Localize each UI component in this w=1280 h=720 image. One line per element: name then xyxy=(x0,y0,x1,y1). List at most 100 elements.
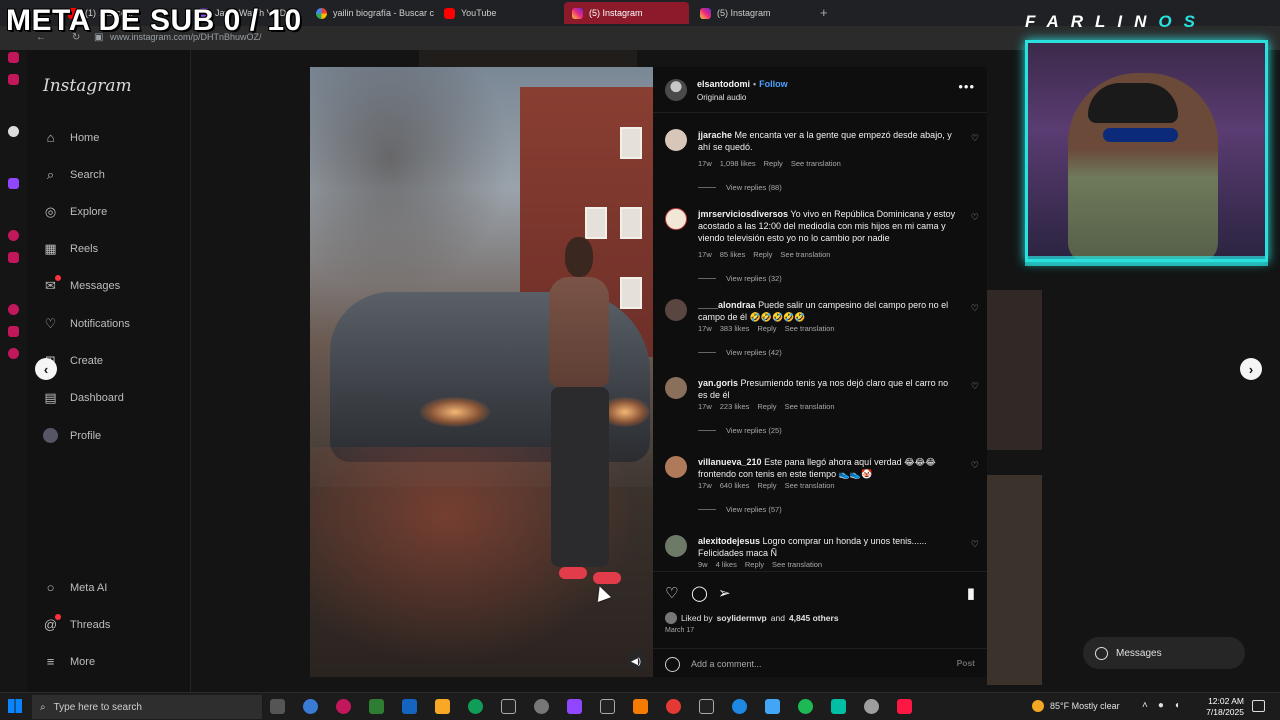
nav-reels[interactable]: ▦ Reels xyxy=(43,241,98,256)
reply-button[interactable]: Reply xyxy=(753,250,772,259)
side-app-icon[interactable] xyxy=(8,252,19,263)
nav-dashboard[interactable]: ▤ Dashboard xyxy=(43,390,123,405)
comment-likes[interactable]: 85 likes xyxy=(720,250,745,259)
task-view-icon[interactable] xyxy=(270,699,285,714)
nav-notifications[interactable]: ♡ Notifications xyxy=(43,316,130,331)
share-icon[interactable]: ➢ xyxy=(718,584,731,602)
comment-username[interactable]: yan.goris xyxy=(698,378,738,388)
comment-username[interactable]: jjarache xyxy=(698,130,732,140)
browser-tab[interactable]: (5) Instagram xyxy=(692,2,816,24)
commenter-avatar[interactable] xyxy=(665,535,687,557)
volume-icon[interactable]: ◖ xyxy=(1174,700,1180,711)
see-translation-link[interactable]: See translation xyxy=(780,250,830,259)
vlc-icon[interactable] xyxy=(633,699,648,714)
view-replies-button[interactable]: View replies (42) xyxy=(698,348,782,357)
browser-tab[interactable]: yailin biografía - Buscar con Google xyxy=(308,2,434,24)
comment-username[interactable]: ____alondraa xyxy=(698,300,756,310)
browser-tab[interactable]: YouTube xyxy=(436,2,560,24)
settings-icon[interactable] xyxy=(8,348,19,359)
app-icon[interactable] xyxy=(534,699,549,714)
nav-home[interactable]: ⌂ Home xyxy=(43,130,100,145)
windows-start-icon[interactable] xyxy=(8,699,22,713)
author-username[interactable]: elsantodomi xyxy=(697,79,750,89)
liked-by-user[interactable]: soylidermvp xyxy=(717,613,767,623)
side-app-icon[interactable] xyxy=(8,230,19,241)
view-replies-button[interactable]: View replies (88) xyxy=(698,183,782,192)
liked-by-others[interactable]: 4,845 others xyxy=(789,613,839,623)
comments-list[interactable]: jjarache Me encanta ver a la gente que e… xyxy=(653,123,987,571)
taskbar-clock[interactable]: 12:02 AM 7/18/2025 xyxy=(1198,696,1244,718)
see-translation-link[interactable]: See translation xyxy=(785,324,835,333)
bookmark-icon[interactable]: ▮ xyxy=(967,584,975,602)
commenter-avatar[interactable] xyxy=(665,377,687,399)
commenter-avatar[interactable] xyxy=(665,456,687,478)
microphone-icon[interactable]: ● xyxy=(1158,700,1164,711)
post-comment-button[interactable]: Post xyxy=(957,658,975,668)
nav-explore[interactable]: ◎ Explore xyxy=(43,204,107,219)
comment-username[interactable]: villanueva_210 xyxy=(698,457,762,467)
copilot-icon[interactable] xyxy=(303,699,318,714)
nav-threads[interactable]: @ Threads xyxy=(43,614,110,632)
commenter-avatar[interactable] xyxy=(665,208,687,230)
browser-tab-active[interactable]: (5) Instagram xyxy=(564,2,689,24)
twitch-icon[interactable] xyxy=(8,178,19,189)
tiktok-icon[interactable] xyxy=(897,699,912,714)
see-translation-link[interactable]: See translation xyxy=(785,402,835,411)
comment-like-icon[interactable]: ♡ xyxy=(971,212,979,223)
comment-likes[interactable]: 223 likes xyxy=(720,402,750,411)
reply-button[interactable]: Reply xyxy=(757,324,776,333)
capcut-icon[interactable] xyxy=(699,699,714,714)
reply-button[interactable]: Reply xyxy=(764,159,783,168)
comment-like-icon[interactable]: ♡ xyxy=(971,133,979,144)
taskbar-weather[interactable]: 85°F Mostly clear xyxy=(1032,700,1120,712)
view-replies-button[interactable]: View replies (32) xyxy=(698,274,782,283)
reply-button[interactable]: Reply xyxy=(757,481,776,490)
view-replies-button[interactable]: View replies (57) xyxy=(698,505,782,514)
author-avatar[interactable] xyxy=(665,79,687,101)
taskbar-search[interactable]: ⌕ Type here to search xyxy=(32,695,262,719)
app-icon[interactable] xyxy=(765,699,780,714)
comment-like-icon[interactable]: ♡ xyxy=(971,303,979,314)
nav-messages[interactable]: ✉ Messages xyxy=(43,275,120,293)
instagram-logo[interactable]: Instagram xyxy=(43,76,132,96)
side-app-icon[interactable] xyxy=(8,74,19,85)
comment-like-icon[interactable]: ♡ xyxy=(971,381,979,392)
twitch-icon[interactable] xyxy=(567,699,582,714)
comment-likes[interactable]: 4 likes xyxy=(716,560,737,569)
comment-likes[interactable]: 640 likes xyxy=(720,481,750,490)
nav-meta-ai[interactable]: ○ Meta AI xyxy=(43,580,108,595)
app-icon[interactable] xyxy=(831,699,846,714)
audio-label[interactable]: Original audio xyxy=(697,93,746,102)
opera-icon[interactable] xyxy=(336,699,351,714)
system-tray[interactable]: ˄ ● ◖ xyxy=(1142,700,1180,711)
commenter-avatar[interactable] xyxy=(665,299,687,321)
chevron-up-icon[interactable]: ˄ xyxy=(1142,700,1148,711)
like-icon[interactable]: ♡ xyxy=(665,584,678,602)
side-app-icon[interactable] xyxy=(8,52,19,63)
see-translation-link[interactable]: See translation xyxy=(772,560,822,569)
capcut-icon[interactable] xyxy=(501,699,516,714)
comment-likes[interactable]: 1,098 likes xyxy=(720,159,756,168)
side-app-icon[interactable] xyxy=(8,326,19,337)
outlook-icon[interactable] xyxy=(402,699,417,714)
messages-dock[interactable]: Messages xyxy=(1083,637,1245,669)
store-icon[interactable] xyxy=(369,699,384,714)
notification-center-icon[interactable] xyxy=(1252,700,1265,712)
side-app-icon[interactable] xyxy=(8,126,19,137)
follow-button[interactable]: Follow xyxy=(759,79,788,89)
app-icon[interactable] xyxy=(732,699,747,714)
comment-icon[interactable]: ◯ xyxy=(691,584,708,602)
side-app-icon[interactable] xyxy=(8,304,19,315)
capcut-icon[interactable] xyxy=(600,699,615,714)
nav-search[interactable]: ⌕ Search xyxy=(43,167,105,182)
nav-profile[interactable]: Profile xyxy=(43,428,101,443)
volume-icon[interactable]: ◀) xyxy=(626,651,646,671)
reply-button[interactable]: Reply xyxy=(745,560,764,569)
emoji-icon[interactable] xyxy=(665,657,680,672)
edge-icon[interactable] xyxy=(468,699,483,714)
youtube-music-icon[interactable] xyxy=(666,699,681,714)
comment-likes[interactable]: 383 likes xyxy=(720,324,750,333)
add-comment-input[interactable] xyxy=(691,657,931,671)
spotify-icon[interactable] xyxy=(798,699,813,714)
comment-username[interactable]: jmrserviciosdiversos xyxy=(698,209,788,219)
